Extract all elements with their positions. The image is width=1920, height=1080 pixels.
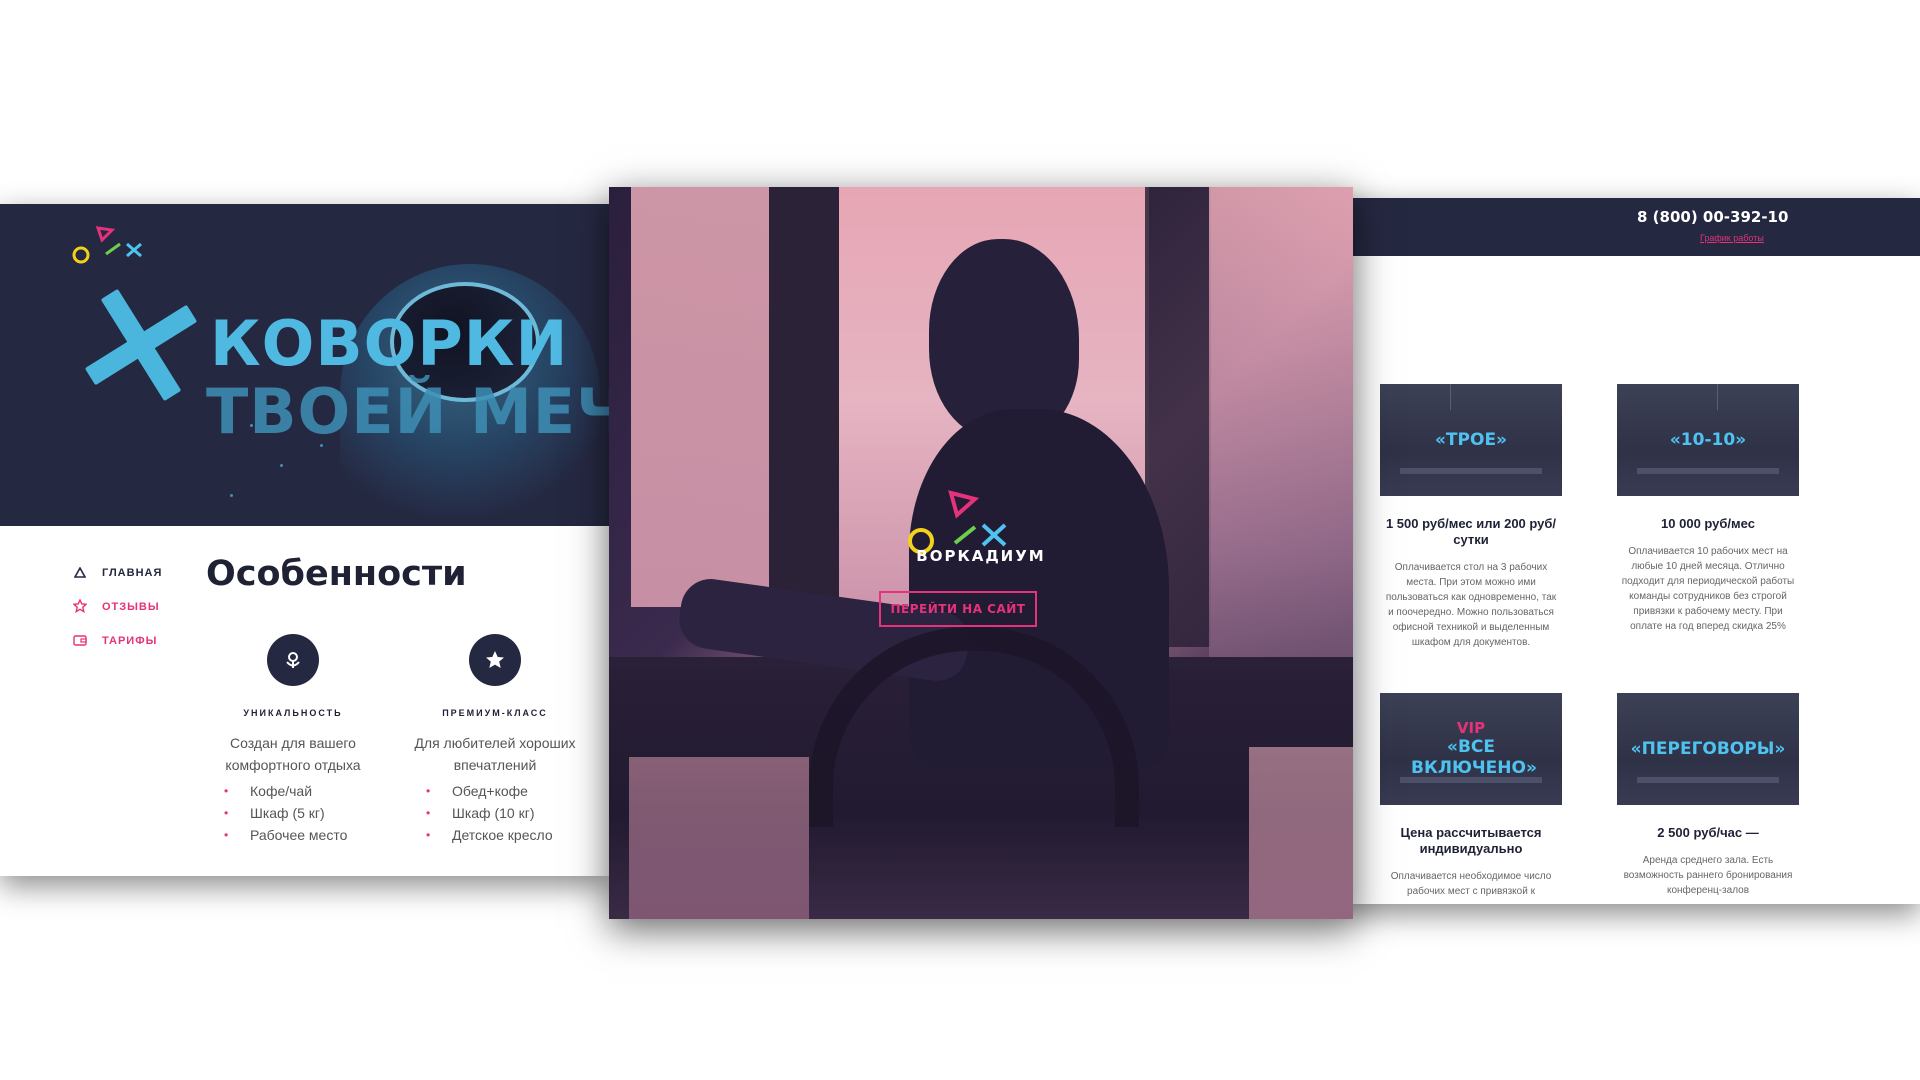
tariff-description: Аренда среднего зала. Есть возможность р… — [1623, 855, 1793, 896]
tariff-image: «ТРОЕ» — [1380, 384, 1562, 496]
tariff-description: Оплачивается 10 рабочих мест на любые 10… — [1621, 546, 1795, 632]
tariff-name: «ВСЕ ВКЛЮЧЕНО» — [1411, 737, 1537, 778]
list-item: Детское кресло — [426, 824, 590, 846]
particle — [280, 464, 283, 467]
brand-name: ВОРКАДИУМ — [916, 547, 1046, 565]
nav-item-label: ОТЗЫВЫ — [102, 601, 160, 613]
list-item: Кофе/чай — [224, 780, 388, 802]
window-frame — [769, 187, 839, 647]
feature-list: Обед+кофе Шкаф (10 кг) Детское кресло — [400, 780, 590, 846]
tariff-image: «10-10» — [1617, 384, 1799, 496]
table-graphic — [1637, 777, 1779, 783]
feature-uniqueness: УНИКАЛЬНОСТЬ Создан для вашего комфортно… — [198, 634, 388, 846]
lamp-graphic — [1450, 384, 1451, 410]
reflection-graphic — [629, 757, 809, 919]
list-item: Обед+кофе — [426, 780, 590, 802]
schedule-link[interactable]: График работы — [1700, 233, 1764, 243]
feature-list: Кофе/чай Шкаф (5 кг) Рабочее место — [198, 780, 388, 846]
side-navigation: ГЛАВНАЯ ОТЗЫВЫ ТАРИФЫ — [72, 556, 162, 658]
tariff-card-all-inclusive[interactable]: VIP «ВСЕ ВКЛЮЧЕНО» Цена рассчитывается и… — [1380, 693, 1562, 899]
tariff-image: VIP «ВСЕ ВКЛЮЧЕНО» — [1380, 693, 1562, 805]
tariff-description: Оплачивается стол на 3 рабочих места. Пр… — [1385, 562, 1557, 648]
promo-poster: ВОРКАДИУМ ПЕРЕЙТИ НА САЙТ — [609, 187, 1353, 919]
wallet-icon — [72, 633, 88, 649]
logo[interactable] — [72, 222, 152, 264]
reflection-graphic — [1249, 747, 1353, 919]
vip-label: VIP — [1456, 719, 1486, 737]
showcase-stage: КОВОРКИ ТВОЕЙ МЕЧ ГЛАВНАЯ ОТЗЫВЫ ТАРИФЫ … — [0, 0, 1920, 1080]
window-left-graphic — [631, 187, 771, 607]
feature-description: Создан для вашего комфортного отдыха — [225, 735, 361, 773]
nav-item-reviews[interactable]: ОТЗЫВЫ — [72, 590, 162, 624]
nav-item-label: ГЛАВНАЯ — [102, 567, 163, 579]
feature-title: ПРЕМИУМ-КЛАСС — [442, 708, 548, 718]
table-graphic — [1400, 468, 1542, 474]
hero-title: КОВОРКИ ТВОЕЙ МЕЧ — [206, 307, 610, 446]
particle — [230, 494, 233, 497]
list-item: Рабочее место — [224, 824, 388, 846]
website-preview-main: КОВОРКИ ТВОЕЙ МЕЧ ГЛАВНАЯ ОТЗЫВЫ ТАРИФЫ … — [0, 204, 610, 876]
star-icon — [72, 597, 88, 616]
features-title: Особенности — [206, 554, 467, 594]
nav-item-tariffs[interactable]: ТАРИФЫ — [72, 624, 162, 658]
go-to-site-button[interactable]: ПЕРЕЙТИ НА САЙТ — [879, 591, 1037, 627]
nav-item-home[interactable]: ГЛАВНАЯ — [72, 556, 162, 590]
feature-title: УНИКАЛЬНОСТЬ — [243, 708, 343, 718]
lamp-graphic — [1717, 384, 1718, 410]
logo-shapes-icon — [72, 226, 142, 264]
tariff-price: 10 000 руб/мес — [1661, 516, 1755, 531]
list-item: Шкаф (10 кг) — [426, 802, 590, 824]
tariff-image: «ПЕРЕГОВОРЫ» — [1617, 693, 1799, 805]
feature-description: Для любителей хороших впечатлений — [414, 735, 576, 773]
tariff-card-troe[interactable]: «ТРОЕ» 1 500 руб/мес или 200 руб/сутки О… — [1380, 384, 1562, 650]
tariff-name: «ПЕРЕГОВОРЫ» — [1630, 738, 1786, 759]
tariff-name: «10-10» — [1669, 429, 1747, 450]
nav-item-label: ТАРИФЫ — [102, 635, 158, 647]
header-bar: 8 (800) 00-392-10 График работы — [1340, 198, 1920, 256]
feature-premium: ПРЕМИУМ-КЛАСС Для любителей хороших впеч… — [400, 634, 590, 846]
tariff-price: 2 500 руб/час — — [1657, 825, 1759, 840]
decorative-x-icon — [86, 290, 196, 400]
triangle-icon — [72, 565, 88, 581]
tariff-card-negotiations[interactable]: «ПЕРЕГОВОРЫ» 2 500 руб/час — Аренда сред… — [1617, 693, 1799, 898]
tariff-card-10-10[interactable]: «10-10» 10 000 руб/мес Оплачивается 10 р… — [1617, 384, 1799, 634]
flower-icon — [267, 634, 319, 686]
tariff-name: «ТРОЕ» — [1434, 429, 1508, 450]
phone-number[interactable]: 8 (800) 00-392-10 — [1637, 208, 1788, 226]
tariff-description: Оплачивается необходимое число рабочих м… — [1390, 871, 1552, 897]
tariff-price: 1 500 руб/мес или 200 руб/сутки — [1385, 516, 1557, 547]
table-graphic — [1637, 468, 1779, 474]
star-icon — [469, 634, 521, 686]
website-preview-tariffs: 8 (800) 00-392-10 График работы «ТРОЕ» 1… — [1340, 198, 1920, 904]
tariff-price: Цена рассчитывается индивидуально — [1400, 825, 1542, 856]
hero-title-line-2: ТВОЕЙ МЕЧ — [206, 375, 610, 448]
hero-title-line-1: КОВОРКИ — [210, 307, 569, 380]
list-item: Шкаф (5 кг) — [224, 802, 388, 824]
hero-banner: КОВОРКИ ТВОЕЙ МЕЧ — [0, 204, 610, 526]
